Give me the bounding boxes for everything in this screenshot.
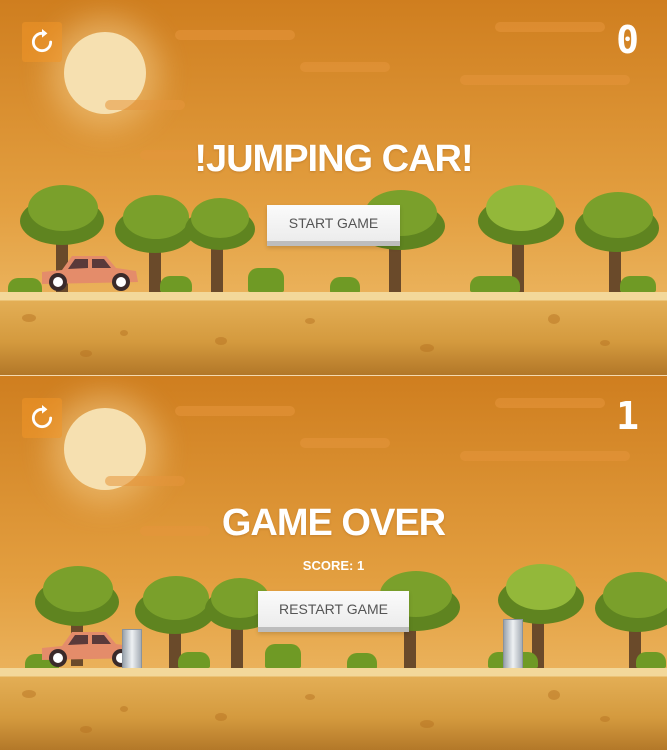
bush	[265, 644, 301, 668]
final-score: SCORE: 1	[302, 558, 365, 573]
obstacle-pillar	[503, 619, 523, 670]
cloud	[175, 30, 295, 40]
car	[42, 256, 138, 291]
restart-game-button[interactable]: RESTART GAME	[258, 591, 409, 632]
cloud	[105, 476, 185, 486]
bush	[470, 276, 520, 292]
bush	[636, 652, 666, 668]
score-counter: 1	[616, 394, 639, 438]
cloud	[460, 451, 630, 461]
game-over-screen: 1 GAME OVER SCORE: 1 RESTART GAME	[0, 375, 667, 750]
bush	[160, 276, 192, 292]
restart-icon	[31, 405, 53, 429]
restart-icon	[31, 29, 53, 53]
cloud	[105, 100, 185, 110]
game-title: !JUMPING CAR!	[194, 138, 473, 180]
restart-button[interactable]	[22, 398, 62, 438]
ground	[0, 668, 667, 750]
obstacle-pillar	[122, 629, 142, 670]
bush	[347, 653, 377, 669]
ground	[0, 292, 667, 375]
game-over-title: GAME OVER	[221, 502, 446, 544]
bush	[248, 268, 284, 292]
restart-button[interactable]	[22, 22, 62, 62]
cloud	[300, 62, 390, 72]
cloud	[460, 75, 630, 85]
cloud	[495, 398, 605, 408]
start-screen: 0 !JUMPING CAR! START GAME	[0, 0, 667, 375]
bush	[178, 652, 210, 668]
bush	[620, 276, 656, 292]
start-game-button[interactable]: START GAME	[267, 205, 400, 246]
bush	[330, 277, 360, 293]
score-counter: 0	[616, 18, 639, 62]
cloud	[300, 438, 390, 448]
cloud	[175, 406, 295, 416]
cloud	[495, 22, 605, 32]
